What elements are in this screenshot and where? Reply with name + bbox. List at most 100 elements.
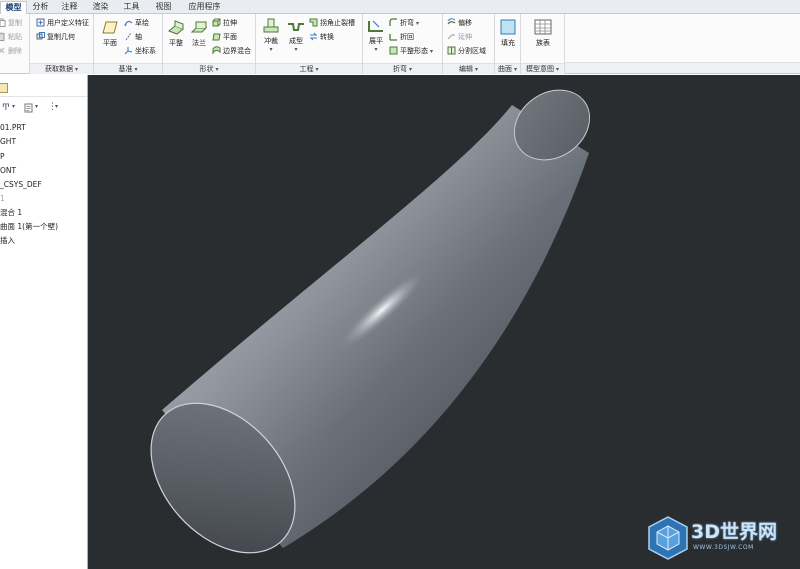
udf-button[interactable]: 用户定义特征 (36, 17, 89, 29)
tree-node-insert-here[interactable]: 插入 (0, 234, 15, 248)
unbend-button[interactable]: 展平 ▾ (365, 18, 387, 53)
group-label-shapes[interactable]: 形状 ▾ (163, 63, 255, 74)
bend-button[interactable]: 折弯 ▾ (389, 17, 419, 29)
flat-state-button[interactable]: 平整形态 ▾ (389, 45, 433, 57)
split-area-icon (447, 46, 456, 54)
chevron-down-icon: ▾ (134, 66, 138, 73)
group-model-intent: 族表 模型意图 ▾ (521, 14, 565, 74)
tab-model[interactable]: 模型 (0, 1, 27, 14)
tab-render[interactable]: 渲染 (89, 1, 112, 14)
boundary-blend-button[interactable]: 边界混合 (212, 45, 251, 57)
tube-model[interactable] (88, 75, 800, 569)
group-label-editing[interactable]: 编辑 ▾ (443, 63, 494, 74)
tree-node-blend[interactable]: 混合 1 (0, 206, 22, 220)
sketch-icon (124, 20, 133, 26)
folder-icon[interactable] (0, 83, 8, 93)
group-surfaces: 填充 曲面 ▾ (495, 14, 521, 74)
tab-view[interactable]: 视图 (152, 1, 175, 14)
punch-button[interactable]: 冲裁 ▾ (260, 18, 282, 53)
bend-back-icon (389, 33, 397, 41)
copy-button[interactable]: 复制 (0, 17, 22, 29)
bend-back-button[interactable]: 折回 (389, 31, 414, 43)
split-area-button[interactable]: 分割区域 (447, 45, 486, 57)
group-label-datum[interactable]: 基准 ▾ (94, 63, 162, 74)
corner-relief-button[interactable]: 拐角止裂槽 (309, 17, 355, 29)
chevron-down-icon: ▾ (555, 66, 559, 73)
group-get-data: 用户定义特征 复制几何 获取数据 ▾ (30, 14, 94, 74)
paste-button[interactable]: 粘贴 (0, 31, 22, 43)
watermark-title: 3D世界网 (691, 521, 777, 543)
settings-icon[interactable] (24, 103, 33, 113)
group-bends: 展平 ▾ 折弯 ▾ 折回 平整形态 ▾ 折弯 ▾ (363, 14, 443, 74)
group-label-bends[interactable]: 折弯 ▾ (363, 63, 442, 74)
tab-tools[interactable]: 工具 (120, 1, 143, 14)
flange-wall-icon (190, 21, 208, 33)
tree-node-right-plane[interactable]: GHT (0, 135, 16, 149)
axis-icon (125, 32, 132, 40)
offset-button[interactable]: 偏移 (447, 17, 472, 29)
copy-geometry-button[interactable]: 复制几何 (36, 31, 75, 43)
group-label-surfaces[interactable]: 曲面 ▾ (495, 63, 520, 74)
axis-button[interactable]: 轴 (124, 31, 142, 43)
delete-button[interactable]: 删除 (0, 45, 22, 57)
planar-wall-icon (212, 33, 221, 40)
punch-icon (263, 18, 279, 33)
family-table-button[interactable]: 族表 (532, 18, 554, 48)
flat-wall-button[interactable]: 平整 (165, 20, 187, 48)
cube-logo-icon (648, 516, 688, 560)
tab-annotate[interactable]: 注释 (58, 1, 81, 14)
tree-node-front-plane[interactable]: ONT (0, 164, 16, 178)
form-button[interactable]: 成型 ▾ (285, 18, 307, 53)
chevron-down-icon: ▾ (430, 48, 434, 55)
convert-button[interactable]: 转换 (309, 31, 334, 43)
datum-plane-button[interactable]: 平面 (99, 20, 121, 48)
tree-node-part[interactable]: 01.PRT (0, 121, 26, 135)
group-label-get-data[interactable]: 获取数据 ▾ (30, 63, 93, 74)
convert-icon (309, 32, 318, 40)
graphics-viewport[interactable] (88, 75, 800, 569)
tree-node-first-wall[interactable]: 曲面 1(第一个壁) (0, 220, 58, 234)
tab-analysis[interactable]: 分析 (29, 1, 52, 14)
tree-settings-bar: Ͳ ▾ ▾ ⋮ ▾ (0, 99, 87, 117)
chevron-down-icon: ▾ (408, 66, 412, 73)
coordinate-system-button[interactable]: 坐标系 (124, 45, 156, 57)
flange-wall-button[interactable]: 法兰 (188, 20, 210, 48)
tree-toolbar (0, 75, 87, 97)
fill-surface-icon (500, 19, 516, 35)
delete-icon (0, 47, 5, 53)
group-engineering: 冲裁 ▾ 成型 ▾ 拐角止裂槽 转换 工程 ▾ (256, 14, 363, 74)
chevron-down-icon[interactable]: ▾ (55, 103, 58, 110)
watermark-url: WWW.3DSJW.COM (693, 544, 754, 551)
unbend-icon (368, 20, 383, 32)
group-label-engineering[interactable]: 工程 ▾ (256, 63, 362, 74)
group-editing: 偏移 延伸 分割区域 编辑 ▾ (443, 14, 495, 74)
extend-icon (447, 33, 455, 39)
extend-button[interactable]: 延伸 (447, 31, 472, 43)
ribbon-tab-bar: 模型 分析 注释 渲染 工具 视图 应用程序 (0, 0, 800, 14)
fill-button[interactable]: 填充 (497, 18, 519, 48)
chevron-down-icon: ▾ (74, 66, 78, 73)
group-clipboard: 复制 粘贴 删除 (0, 14, 30, 74)
tree-node-csys[interactable]: _CSYS_DEF (0, 178, 42, 192)
tree-node-sketch[interactable]: 1 (0, 192, 5, 206)
chevron-down-icon: ▾ (294, 46, 298, 53)
chevron-down-icon: ▾ (315, 66, 319, 73)
coordinate-system-icon (124, 46, 133, 54)
tree-filter-icon[interactable]: Ͳ (2, 103, 10, 113)
chevron-down-icon: ▾ (215, 66, 219, 73)
chevron-down-icon: ▾ (374, 46, 378, 53)
datum-plane-icon (102, 21, 118, 34)
chevron-down-icon[interactable]: ▾ (35, 103, 38, 110)
chevron-down-icon[interactable]: ▾ (12, 103, 15, 110)
ribbon-label-strip (565, 62, 800, 73)
planar-wall-button[interactable]: 平面 (212, 31, 237, 43)
bend-icon (389, 17, 397, 26)
extrude-icon (212, 18, 221, 26)
group-label-model-intent[interactable]: 模型意图 ▾ (521, 63, 564, 74)
flat-wall-icon (168, 20, 184, 35)
sketch-button[interactable]: 草绘 (124, 17, 149, 29)
chevron-down-icon: ▾ (513, 66, 517, 73)
extrude-button[interactable]: 拉伸 (212, 17, 237, 29)
tab-applications[interactable]: 应用程序 (183, 1, 226, 14)
tree-node-top-plane[interactable]: P (0, 150, 5, 164)
